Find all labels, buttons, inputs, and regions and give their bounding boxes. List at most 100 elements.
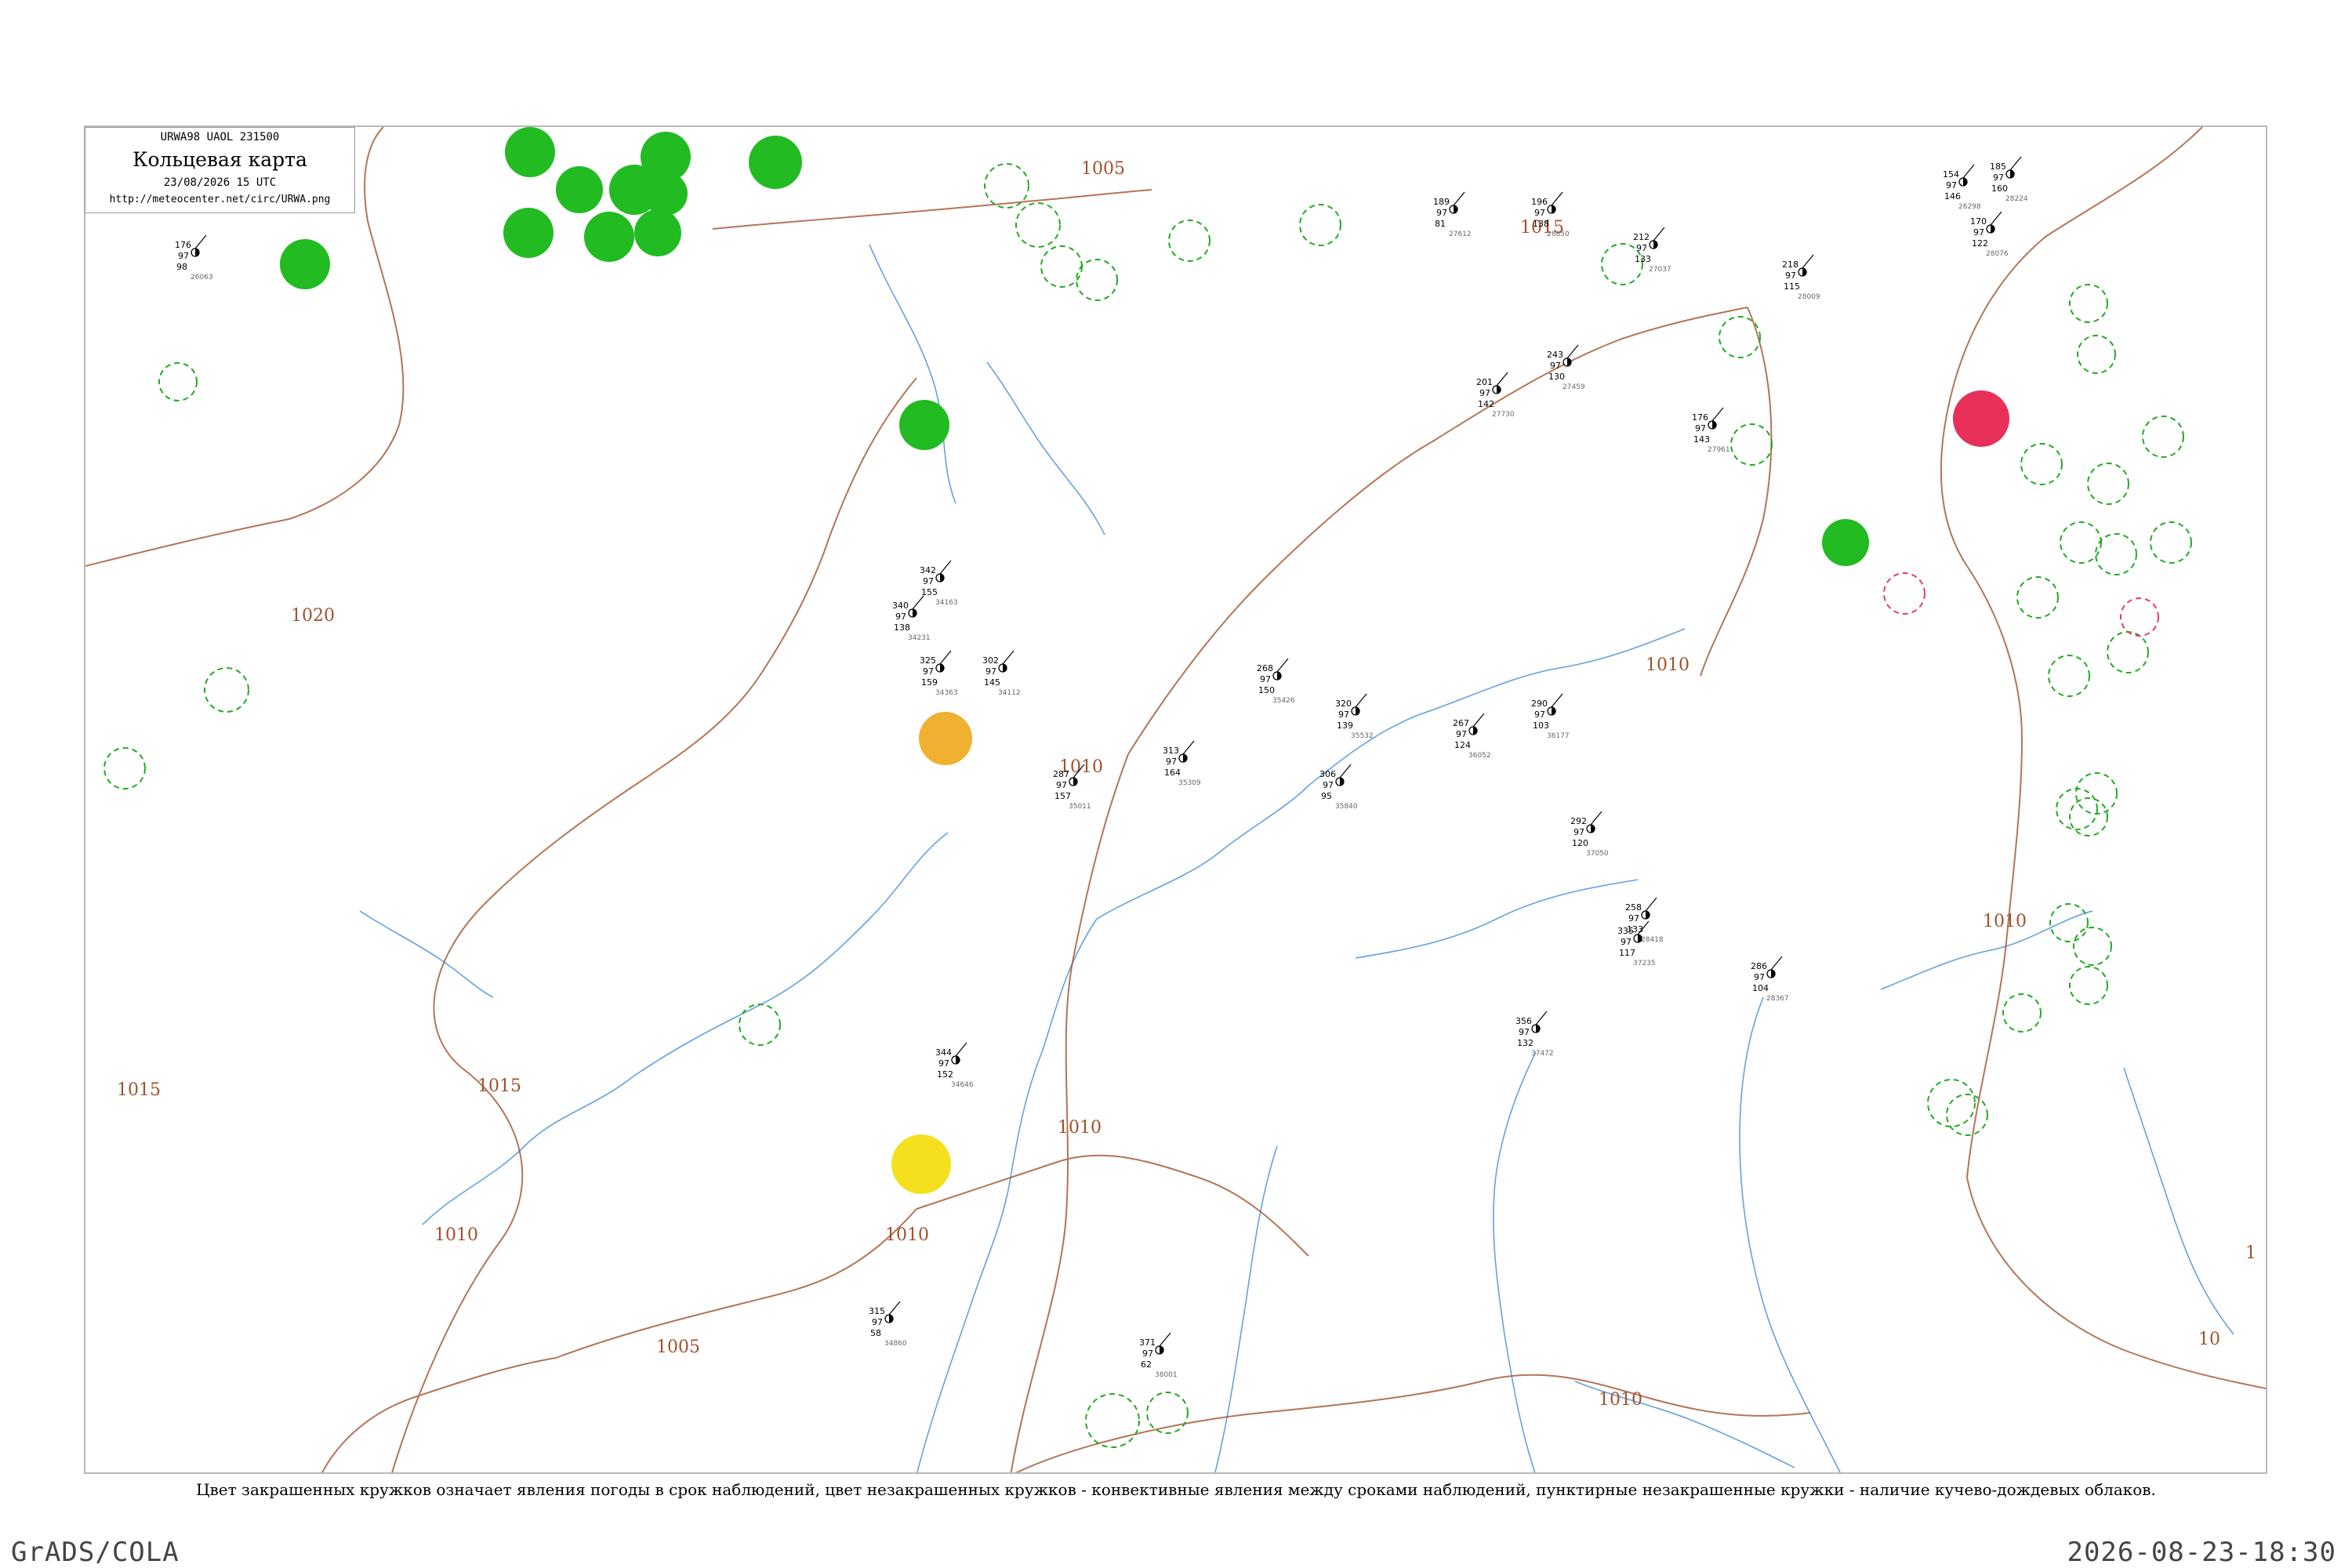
source-url: http://meteocenter.net/circ/URWA.png xyxy=(109,194,331,205)
cb-circle xyxy=(158,362,198,401)
station-pressure: 97 xyxy=(1260,674,1271,684)
station-plot: 2189711528009 xyxy=(1782,254,1820,301)
isobar-line xyxy=(1940,127,2203,567)
cb-circle xyxy=(2095,533,2137,575)
station-temp: 176 xyxy=(1692,412,1708,423)
isobar-line xyxy=(916,1154,1309,1257)
isobar-label: 1015 xyxy=(477,1076,521,1096)
station-plot: 1709712228076 xyxy=(1970,211,2009,258)
station-pressure: 97 xyxy=(1142,1348,1153,1359)
station-pressure: 97 xyxy=(938,1058,949,1069)
station-dewpoint: 117 xyxy=(1619,948,1635,958)
rain-marker xyxy=(503,208,554,258)
station-temp: 344 xyxy=(935,1047,952,1058)
cb-circle xyxy=(2002,993,2042,1033)
cb-circles xyxy=(85,132,2192,1448)
station-dewpoint: 133 xyxy=(1635,254,1651,264)
station-pressure: 97 xyxy=(1338,710,1349,720)
isobar-label: 1010 xyxy=(1646,655,1690,675)
cb-circle xyxy=(1299,204,1341,246)
station-pressure: 97 xyxy=(1973,227,1984,238)
station-pressure: 97 xyxy=(985,666,996,677)
cb-circle xyxy=(1730,423,1773,466)
station-plot: 35697132 37472 xyxy=(1515,1011,1554,1058)
station-id: 35011 xyxy=(1069,803,1091,811)
station-id: 28418 xyxy=(1641,936,1664,944)
cb-circle xyxy=(1927,1079,1976,1127)
wind-barb xyxy=(1770,956,1783,971)
isobar-line xyxy=(1966,565,2024,1178)
wind-barb xyxy=(1551,191,1563,206)
isobar-label: 10 xyxy=(2198,1330,2220,1349)
station-dewpoint: 152 xyxy=(937,1069,953,1080)
rain-marker xyxy=(280,239,330,289)
synoptic-map: 1005 1015 1020 1010 1010 1015 1010 1005 … xyxy=(84,125,2267,1474)
haze-marker xyxy=(891,1134,951,1194)
cb-circle xyxy=(1946,1094,1988,1136)
station-pressure: 97 xyxy=(1785,270,1796,281)
station-dewpoint: 122 xyxy=(1972,238,1988,249)
rivers-layer xyxy=(359,244,2234,1472)
station-pressure: 97 xyxy=(1621,937,1632,947)
isobars-layer xyxy=(85,127,2266,1472)
station-temp: 315 xyxy=(869,1306,885,1316)
cb-circle xyxy=(1168,220,1210,262)
cb-circle xyxy=(103,747,146,789)
wind-barb xyxy=(1551,693,1563,708)
station-id: 27730 xyxy=(1492,411,1515,419)
station-pressure: 97 xyxy=(1993,172,2004,183)
rain-marker xyxy=(899,400,949,450)
river xyxy=(986,361,1105,535)
station-id: 27459 xyxy=(1563,383,1585,391)
station-pressure: 97 xyxy=(1323,780,1334,790)
station-id: 34231 xyxy=(908,634,931,642)
station-dewpoint: 133 xyxy=(1627,924,1643,935)
station-id: 26850 xyxy=(1547,230,1570,238)
cb-circle xyxy=(2056,788,2098,830)
river xyxy=(359,910,494,998)
station-plot: 1769714327961 xyxy=(1692,407,1730,454)
thunder-marker xyxy=(1953,390,2009,447)
station-temp: 170 xyxy=(1970,216,1987,227)
station-id: 34112 xyxy=(998,689,1021,697)
cb-circle xyxy=(1076,259,1118,301)
map-canvas: 1005 1015 1020 1010 1010 1015 1010 1005 … xyxy=(85,127,2266,1472)
station-id: 26063 xyxy=(191,274,213,281)
station-dewpoint: 98 xyxy=(176,262,187,272)
cb-circle xyxy=(2150,521,2192,564)
station-plot: 1859716028224 xyxy=(1990,156,2028,203)
station-dewpoint: 150 xyxy=(1258,685,1275,695)
station-temp: 306 xyxy=(1319,769,1336,779)
station-id: 35309 xyxy=(1178,779,1201,787)
cb-circle xyxy=(2049,903,2089,942)
station-dewpoint: 95 xyxy=(1321,791,1332,801)
software-credit: GrADS/COLA xyxy=(11,1537,180,1568)
station-pressure: 97 xyxy=(1695,423,1706,434)
isobar-label: 1005 xyxy=(656,1338,700,1357)
wind-barb xyxy=(939,560,952,575)
station-id: 38001 xyxy=(1155,1371,1178,1379)
wind-barb xyxy=(1645,897,1657,912)
isobar-label: 1010 xyxy=(434,1225,478,1245)
river xyxy=(1096,714,1419,920)
cb-circles-red xyxy=(1883,572,2159,637)
station-temp: 212 xyxy=(1633,232,1650,242)
station-dewpoint: 160 xyxy=(1991,183,2008,194)
station-dewpoint: 120 xyxy=(1572,838,1588,848)
wind-barb xyxy=(1276,658,1289,673)
river xyxy=(1493,1051,1537,1472)
station-dewpoint: 139 xyxy=(1337,720,1353,731)
station-pressure: 97 xyxy=(1534,208,1545,218)
cb-circle xyxy=(204,667,249,713)
station-temp: 286 xyxy=(1751,961,1767,971)
station-dewpoint: 81 xyxy=(1435,219,1446,229)
wind-barb xyxy=(1590,811,1602,826)
station-temp: 267 xyxy=(1453,718,1469,728)
isobar-line xyxy=(1015,1381,1482,1472)
cb-circle xyxy=(1040,245,1083,288)
wind-barb xyxy=(1182,740,1195,755)
station-plot: 34297155 34163 xyxy=(920,560,958,607)
station-dewpoint: 157 xyxy=(1054,791,1071,801)
station-dewpoint: 138 xyxy=(894,622,910,633)
station-id: 36177 xyxy=(1547,732,1570,740)
